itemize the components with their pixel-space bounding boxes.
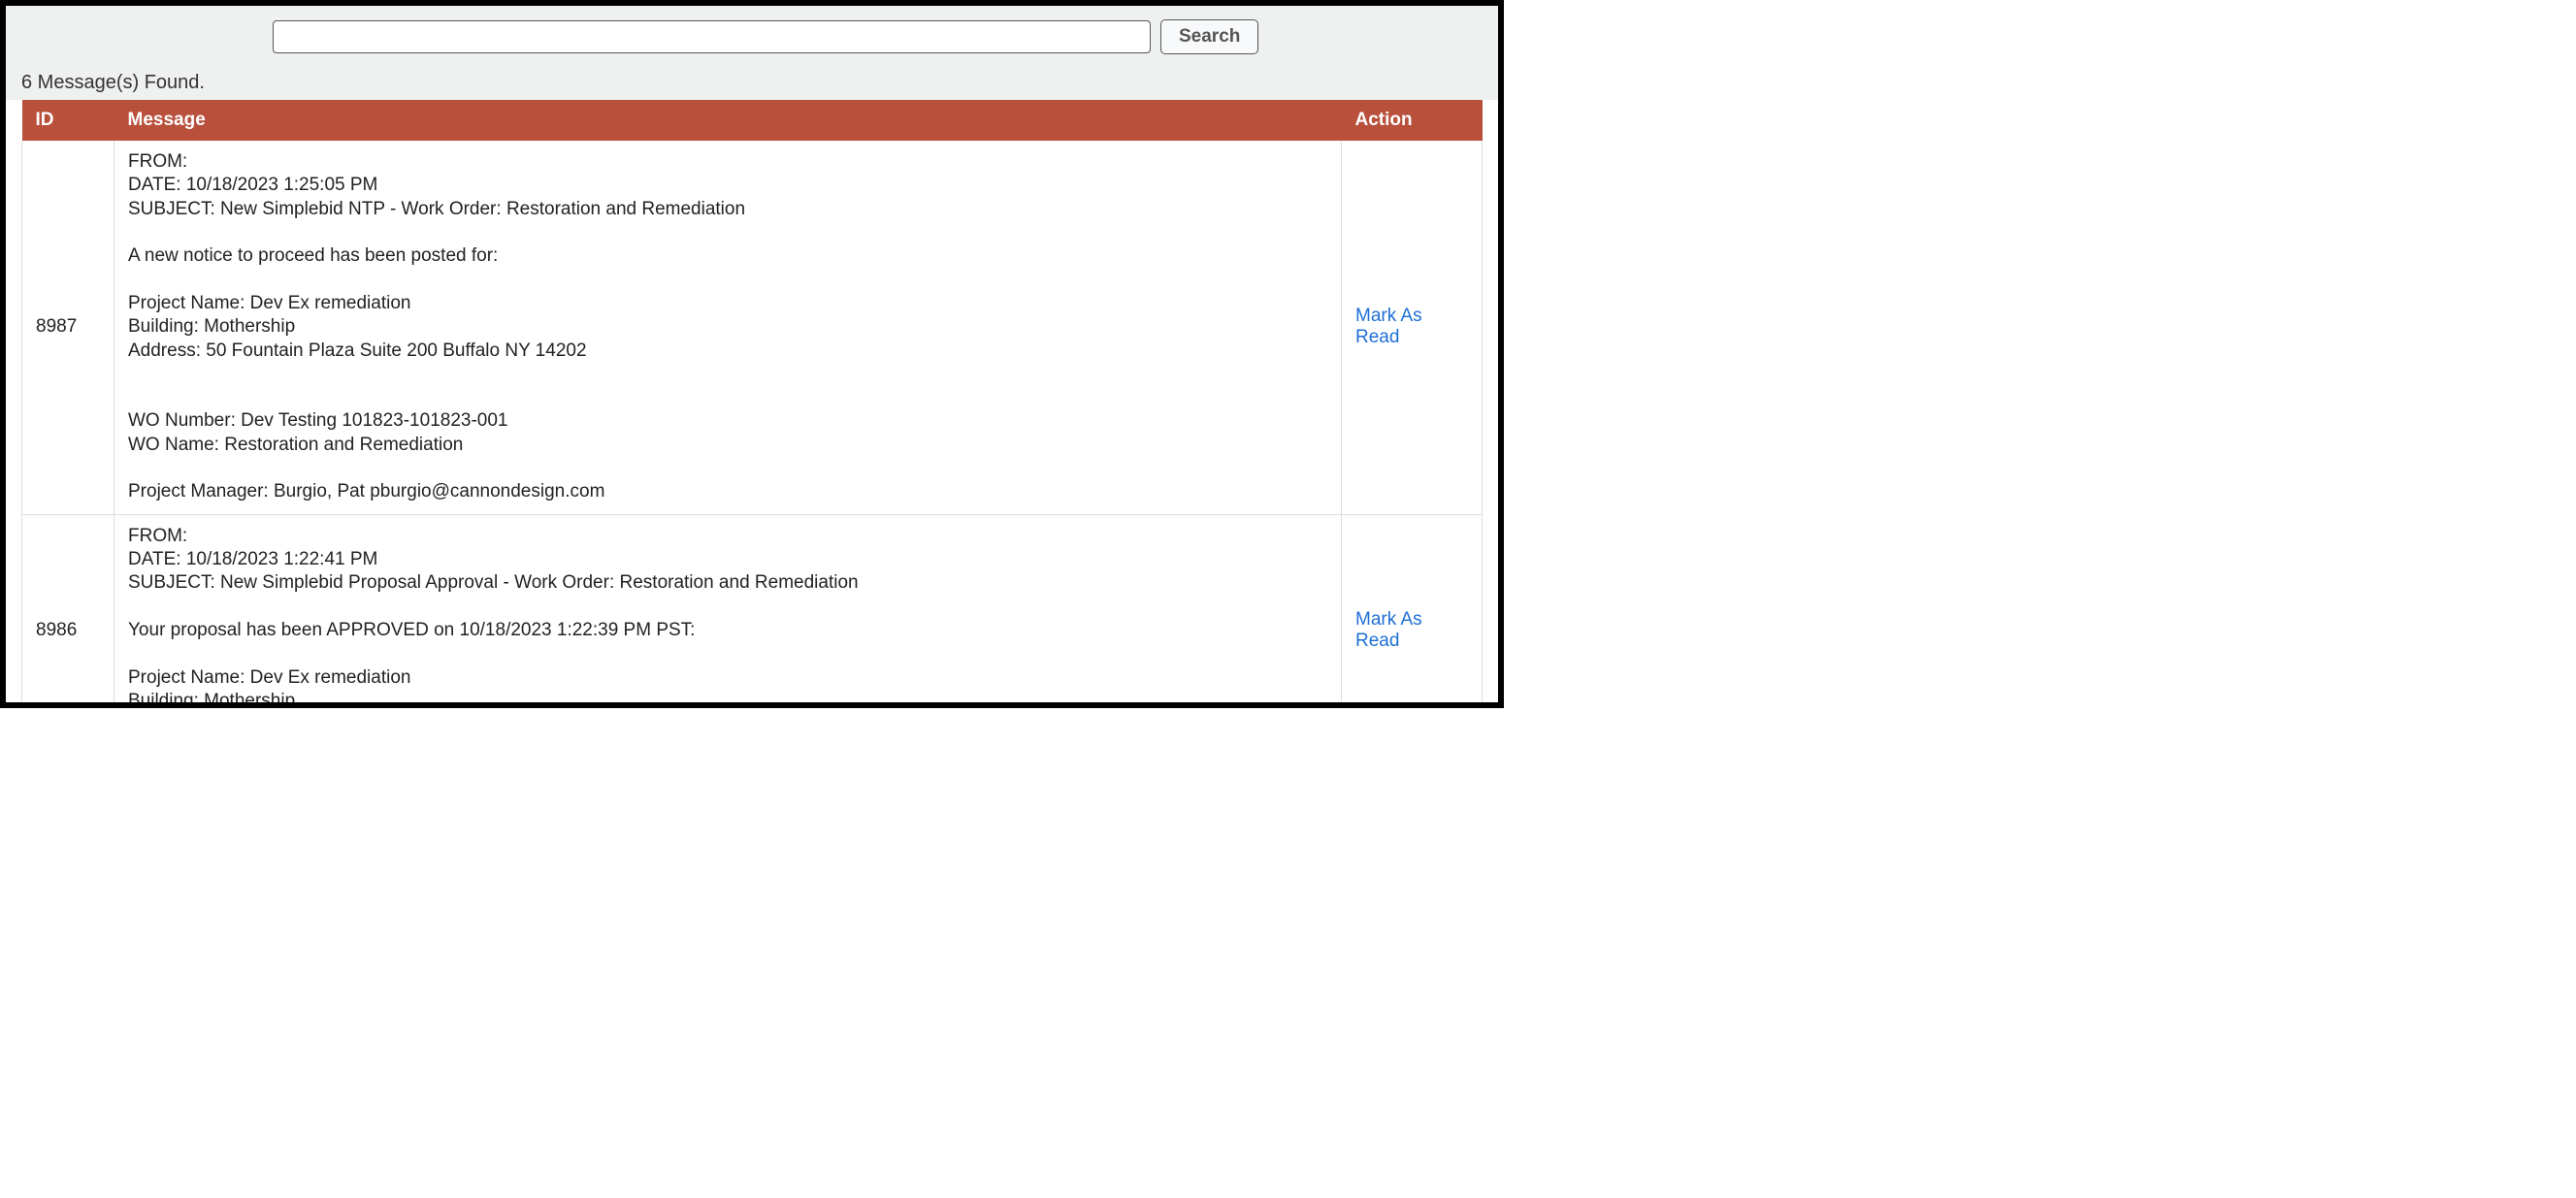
cell-id: 8986	[22, 514, 114, 708]
search-row: Search	[6, 19, 1498, 54]
column-header-id: ID	[22, 100, 114, 141]
cell-message: FROM: DATE: 10/18/2023 1:22:41 PM SUBJEC…	[114, 514, 1342, 708]
cell-id: 8987	[22, 141, 114, 514]
mark-as-read-link[interactable]: Mark As Read	[1355, 306, 1422, 347]
search-button[interactable]: Search	[1160, 19, 1258, 54]
app-frame: Search 6 Message(s) Found. ID Message Ac…	[0, 0, 1504, 708]
messages-table: ID Message Action 8987FROM: DATE: 10/18/…	[21, 100, 1483, 708]
column-header-message: Message	[114, 100, 1342, 141]
search-input[interactable]	[273, 20, 1151, 53]
table-row: 8986FROM: DATE: 10/18/2023 1:22:41 PM SU…	[22, 514, 1483, 708]
status-text: 6 Message(s) Found.	[6, 64, 1498, 100]
toolbar: Search	[6, 6, 1498, 64]
cell-action: Mark As Read	[1342, 514, 1483, 708]
cell-message: FROM: DATE: 10/18/2023 1:25:05 PM SUBJEC…	[114, 141, 1342, 514]
column-header-action: Action	[1342, 100, 1483, 141]
mark-as-read-link[interactable]: Mark As Read	[1355, 609, 1422, 651]
cell-action: Mark As Read	[1342, 141, 1483, 514]
table-row: 8987FROM: DATE: 10/18/2023 1:25:05 PM SU…	[22, 141, 1483, 514]
table-header-row: ID Message Action	[22, 100, 1483, 141]
table-wrap: ID Message Action 8987FROM: DATE: 10/18/…	[6, 100, 1498, 708]
